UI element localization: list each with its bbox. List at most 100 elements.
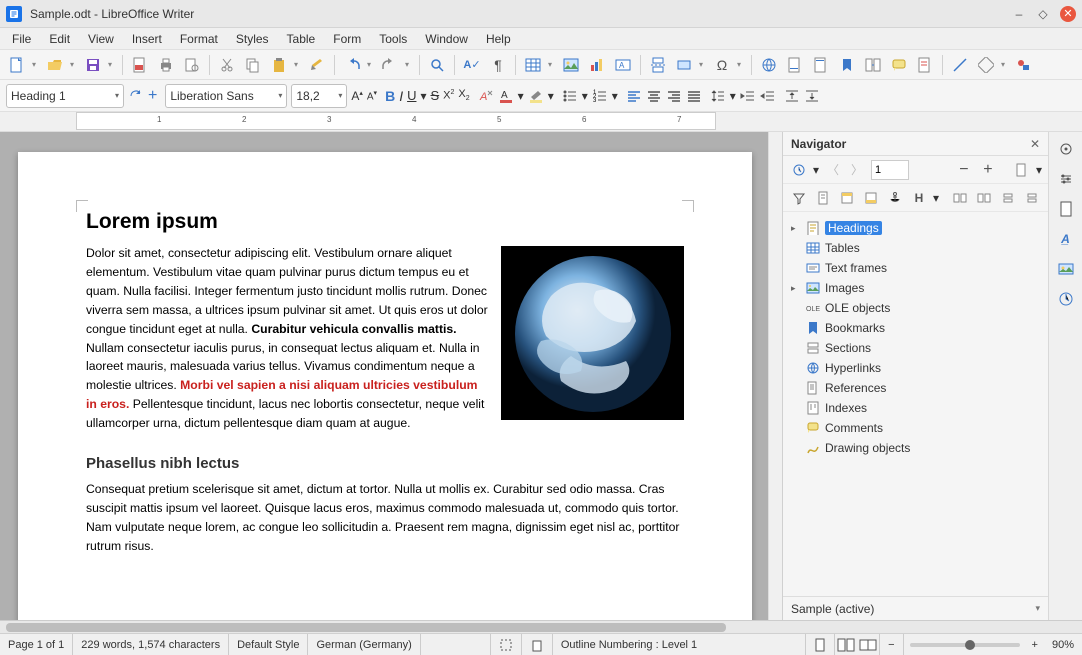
- horizontal-scrollbar[interactable]: [0, 620, 1082, 633]
- line-icon[interactable]: [949, 54, 971, 76]
- open-icon[interactable]: [44, 54, 66, 76]
- track-changes-icon[interactable]: [914, 54, 936, 76]
- nav-item-headings[interactable]: ▸ Headings: [785, 218, 1046, 238]
- copy-icon[interactable]: [242, 54, 264, 76]
- align-right-icon[interactable]: [666, 88, 682, 104]
- nav-item-images[interactable]: ▸ Images: [785, 278, 1046, 298]
- formatting-marks-icon[interactable]: ¶: [487, 54, 509, 76]
- page-break-icon[interactable]: [647, 54, 669, 76]
- nav-reminder-dropdown[interactable]: ▾: [933, 191, 939, 205]
- maximize-button[interactable]: ◇: [1036, 7, 1050, 21]
- line-spacing-icon[interactable]: [710, 88, 726, 104]
- sidebar-gallery-icon[interactable]: [1055, 258, 1077, 280]
- print-preview-icon[interactable]: [181, 54, 203, 76]
- insert-table-icon[interactable]: [522, 54, 544, 76]
- nav-page-input[interactable]: [871, 160, 909, 180]
- heading-1[interactable]: Lorem ipsum: [86, 210, 684, 234]
- bold-icon[interactable]: B: [385, 88, 395, 104]
- undo-dropdown[interactable]: ▾: [367, 60, 375, 69]
- cross-ref-icon[interactable]: [862, 54, 884, 76]
- expand-arrow-icon[interactable]: ▸: [791, 283, 801, 294]
- zoom-slider[interactable]: [910, 643, 1020, 647]
- sidebar-styles-icon[interactable]: A̲: [1055, 228, 1077, 250]
- paragraph-style-combo[interactable]: Heading 1▾: [6, 84, 124, 108]
- zoom-value[interactable]: 90%: [1044, 634, 1082, 655]
- image-earth[interactable]: [501, 246, 684, 420]
- shrink-font-icon[interactable]: A▾: [367, 89, 377, 102]
- nav-item-references[interactable]: References: [785, 378, 1046, 398]
- subscript-icon[interactable]: X2: [458, 88, 469, 102]
- export-pdf-icon[interactable]: [129, 54, 151, 76]
- nav-toggle-dropdown[interactable]: ▾: [813, 163, 819, 177]
- nav-zoomout-icon[interactable]: −: [954, 160, 974, 180]
- menu-format[interactable]: Format: [172, 30, 226, 48]
- nav-item-text-frames[interactable]: Text frames: [785, 258, 1046, 278]
- status-selection-icon[interactable]: [491, 634, 522, 655]
- document-area[interactable]: Lorem ipsum Dolor sit amet, consectetur …: [0, 132, 768, 620]
- menu-window[interactable]: Window: [417, 30, 476, 48]
- menu-help[interactable]: Help: [478, 30, 519, 48]
- footnote-icon[interactable]: [784, 54, 806, 76]
- cut-icon[interactable]: [216, 54, 238, 76]
- page[interactable]: Lorem ipsum Dolor sit amet, consectetur …: [18, 152, 752, 620]
- status-view-single-icon[interactable]: [806, 634, 835, 655]
- nav-zoomin-icon[interactable]: +: [978, 160, 998, 180]
- bookmark-icon[interactable]: [836, 54, 858, 76]
- increase-para-space-icon[interactable]: [784, 88, 800, 104]
- nav-demote-icon[interactable]: [974, 188, 994, 208]
- number-dropdown[interactable]: ▾: [612, 89, 618, 103]
- table-dropdown[interactable]: ▾: [548, 60, 556, 69]
- menu-styles[interactable]: Styles: [228, 30, 277, 48]
- hyperlink-icon[interactable]: [758, 54, 780, 76]
- align-left-icon[interactable]: [626, 88, 642, 104]
- italic-icon[interactable]: I: [399, 88, 403, 104]
- nav-item-bookmarks[interactable]: Bookmarks: [785, 318, 1046, 338]
- status-view-book-icon[interactable]: [857, 634, 879, 655]
- menu-edit[interactable]: Edit: [41, 30, 78, 48]
- redo-icon[interactable]: [379, 54, 401, 76]
- status-words[interactable]: 229 words, 1,574 characters: [73, 634, 229, 655]
- special-char-icon[interactable]: Ω: [711, 54, 733, 76]
- menu-insert[interactable]: Insert: [124, 30, 170, 48]
- status-outline[interactable]: Outline Numbering : Level 1: [553, 634, 806, 655]
- navigator-close-icon[interactable]: ✕: [1030, 137, 1040, 151]
- paste-icon[interactable]: [268, 54, 290, 76]
- status-insert-mode[interactable]: [421, 634, 491, 655]
- horizontal-ruler[interactable]: 1 2 3 4 5 6 7: [76, 112, 716, 130]
- menu-form[interactable]: Form: [325, 30, 369, 48]
- clone-format-icon[interactable]: [306, 54, 328, 76]
- grow-font-icon[interactable]: A▴: [351, 89, 363, 103]
- underline-dropdown[interactable]: ▾: [420, 89, 426, 103]
- open-dropdown[interactable]: ▾: [70, 60, 78, 69]
- nav-item-sections[interactable]: Sections: [785, 338, 1046, 358]
- menu-file[interactable]: File: [4, 30, 39, 48]
- basic-shape-icon[interactable]: [975, 54, 997, 76]
- zoom-in-icon[interactable]: +: [1026, 639, 1044, 651]
- nav-filter-icon[interactable]: [789, 188, 809, 208]
- draw-functions-icon[interactable]: [1013, 54, 1035, 76]
- font-name-combo[interactable]: Liberation Sans▾: [165, 84, 287, 108]
- status-view-multi-icon[interactable]: [835, 634, 857, 655]
- sidebar-properties-icon[interactable]: [1055, 168, 1077, 190]
- highlight-icon[interactable]: [528, 88, 544, 104]
- sidebar-page-icon[interactable]: [1055, 198, 1077, 220]
- update-style-icon[interactable]: [128, 88, 144, 104]
- insert-textbox-icon[interactable]: A: [612, 54, 634, 76]
- bullet-list-icon[interactable]: [562, 88, 578, 104]
- status-signature-icon[interactable]: [522, 634, 553, 655]
- nav-outline-icon[interactable]: [813, 188, 833, 208]
- decrease-indent-icon[interactable]: [760, 88, 776, 104]
- bullet-dropdown[interactable]: ▾: [582, 89, 588, 103]
- menu-view[interactable]: View: [80, 30, 122, 48]
- field-dropdown[interactable]: ▾: [699, 60, 707, 69]
- superscript-icon[interactable]: X2: [443, 89, 454, 102]
- zoom-out-icon[interactable]: −: [879, 634, 903, 655]
- new-style-icon[interactable]: +: [148, 87, 157, 105]
- nav-anchor-icon[interactable]: [885, 188, 905, 208]
- decrease-para-space-icon[interactable]: [804, 88, 820, 104]
- nav-promote-icon[interactable]: [950, 188, 970, 208]
- nav-item-hyperlinks[interactable]: Hyperlinks: [785, 358, 1046, 378]
- highlight-dropdown[interactable]: ▾: [548, 89, 554, 103]
- new-dropdown[interactable]: ▾: [32, 60, 40, 69]
- redo-dropdown[interactable]: ▾: [405, 60, 413, 69]
